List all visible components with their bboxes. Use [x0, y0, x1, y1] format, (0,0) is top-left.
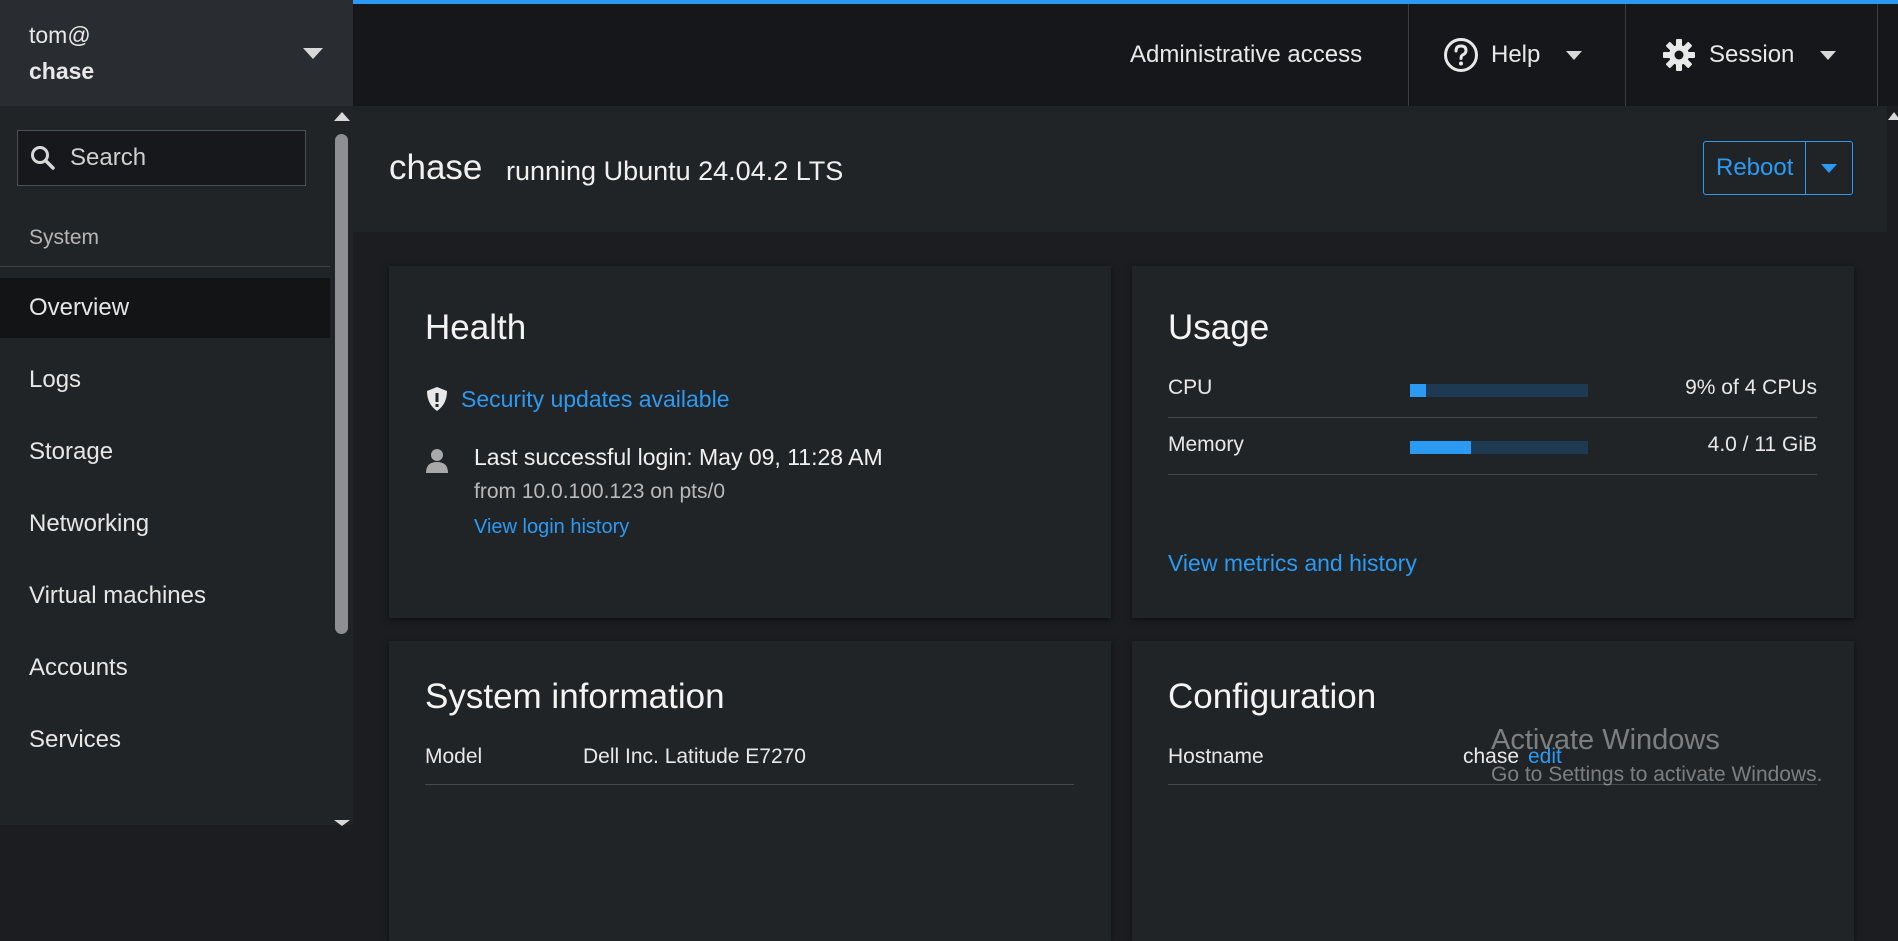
- main-scrollbar[interactable]: [1887, 106, 1898, 825]
- health-card: Health Security updates available Last s…: [389, 266, 1111, 618]
- search-box[interactable]: [17, 130, 306, 186]
- hostname-edit-link[interactable]: edit: [1528, 745, 1562, 769]
- cpu-label: CPU: [1168, 376, 1213, 399]
- chevron-down-icon: [303, 48, 323, 59]
- host-switcher[interactable]: tom@ chase: [0, 0, 353, 106]
- page-title: chase: [389, 148, 483, 187]
- session-menu[interactable]: Session: [1661, 4, 1837, 106]
- search-input[interactable]: [70, 144, 290, 172]
- usage-row-memory: Memory 4.0 / 11 GiB: [1168, 419, 1817, 475]
- security-updates-link[interactable]: Security updates available: [461, 386, 730, 413]
- administrative-access-button[interactable]: Administrative access: [1130, 4, 1362, 106]
- help-menu[interactable]: Help: [1443, 4, 1583, 106]
- search-icon: [30, 145, 56, 171]
- sidebar-item-overview[interactable]: Overview: [0, 278, 330, 338]
- model-label: Model: [425, 745, 483, 768]
- system-information-title: System information: [425, 677, 725, 716]
- hostname-value: chase: [1463, 745, 1520, 768]
- topbar: Administrative access Help Session: [353, 0, 1898, 106]
- chevron-down-icon: [1821, 163, 1838, 173]
- config-row-hostname: Hostname chase edit: [1168, 737, 1817, 785]
- sidebar-item-networking[interactable]: Networking: [0, 494, 330, 554]
- divider: [1408, 4, 1409, 106]
- nav-area: System Overview Logs Storage Networking …: [0, 106, 330, 825]
- health-title: Health: [425, 308, 527, 347]
- host-switcher-text: tom@ chase: [29, 17, 94, 89]
- usage-card: Usage CPU 9% of 4 CPUs Memory 4.0 / 11 G…: [1132, 266, 1854, 618]
- model-value: Dell Inc. Latitude E7270: [583, 745, 806, 768]
- help-label: Help: [1491, 41, 1541, 68]
- host-name: chase: [29, 58, 95, 84]
- divider: [1625, 4, 1626, 106]
- scroll-up-arrow-icon[interactable]: [334, 112, 350, 121]
- sidebar: tom@ chase System Overview Logs Storage …: [0, 0, 353, 826]
- scroll-up-arrow-icon[interactable]: [1888, 112, 1898, 120]
- system-information-card: System information Model Dell Inc. Latit…: [389, 641, 1111, 941]
- sidebar-item-virtual-machines[interactable]: Virtual machines: [0, 566, 330, 626]
- usage-row-cpu: CPU 9% of 4 CPUs: [1168, 362, 1817, 418]
- nav-list: Overview Logs Storage Networking Virtual…: [0, 278, 330, 782]
- main-content: chase running Ubuntu 24.04.2 LTS Reboot …: [353, 106, 1898, 941]
- shield-alert-icon: [427, 387, 447, 411]
- session-label: Session: [1709, 41, 1795, 68]
- scroll-thumb[interactable]: [335, 134, 348, 634]
- divider: [1877, 4, 1878, 106]
- sidebar-item-services[interactable]: Services: [0, 710, 330, 770]
- divider: [0, 266, 330, 267]
- cpu-usage-fill: [1410, 384, 1427, 397]
- reboot-button-group: Reboot: [1703, 141, 1854, 195]
- sidebar-scrollbar[interactable]: [330, 106, 353, 826]
- configuration-title: Configuration: [1168, 677, 1377, 716]
- chevron-down-icon: [1820, 50, 1837, 60]
- sidebar-item-accounts[interactable]: Accounts: [0, 638, 330, 698]
- last-login-text: Last successful login: May 09, 11:28 AM: [474, 444, 883, 470]
- host-user: tom@: [29, 22, 91, 48]
- sidebar-item-logs[interactable]: Logs: [0, 350, 330, 410]
- gear-icon: [1663, 39, 1695, 71]
- memory-usage-bar: [1410, 441, 1588, 454]
- info-row-model: Model Dell Inc. Latitude E7270: [425, 737, 1074, 785]
- hostname-label: Hostname: [1168, 745, 1264, 768]
- login-source-text: from 10.0.100.123 on pts/0: [474, 480, 726, 503]
- memory-value: 4.0 / 11 GiB: [1707, 433, 1817, 456]
- help-icon: [1444, 38, 1478, 72]
- memory-usage-fill: [1410, 441, 1471, 454]
- cpu-usage-bar: [1410, 384, 1588, 397]
- view-login-history-link[interactable]: View login history: [474, 516, 629, 539]
- page-header: chase running Ubuntu 24.04.2 LTS Reboot: [353, 106, 1898, 232]
- os-info: running Ubuntu 24.04.2 LTS: [506, 156, 844, 186]
- reboot-options-toggle[interactable]: [1806, 142, 1852, 194]
- view-metrics-link[interactable]: View metrics and history: [1168, 550, 1417, 577]
- reboot-button[interactable]: Reboot: [1704, 142, 1807, 194]
- memory-label: Memory: [1168, 433, 1244, 456]
- nav-section-label: System: [29, 226, 100, 249]
- chevron-down-icon: [1566, 50, 1583, 60]
- cpu-value: 9% of 4 CPUs: [1685, 376, 1817, 399]
- sidebar-item-storage[interactable]: Storage: [0, 422, 330, 482]
- configuration-card: Configuration Hostname chase edit: [1132, 641, 1854, 941]
- user-icon: [426, 449, 448, 473]
- usage-title: Usage: [1168, 308, 1270, 347]
- scroll-down-arrow-icon[interactable]: [334, 820, 350, 826]
